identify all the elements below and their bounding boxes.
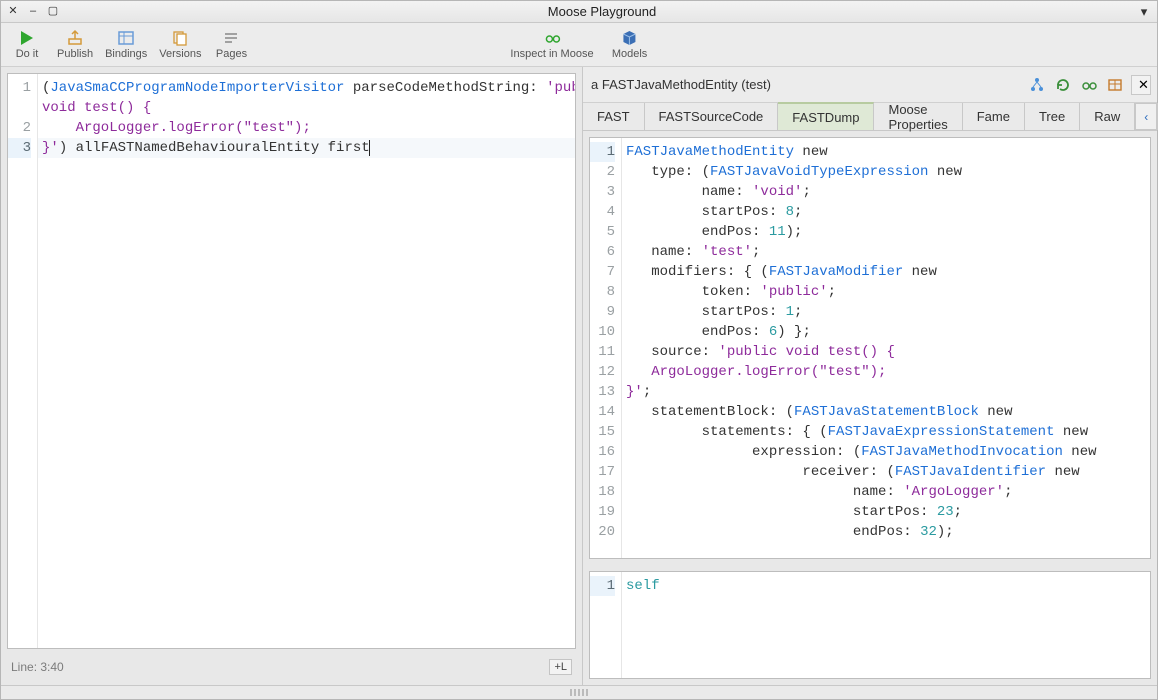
play-icon [18, 29, 36, 47]
glasses2-icon[interactable] [1079, 75, 1099, 95]
titlebar: ✕ – ▢ Moose Playground ▾ [1, 1, 1157, 23]
doit-button[interactable]: Do it [9, 29, 45, 60]
upload-icon [66, 29, 84, 47]
fastdump-editor[interactable]: 1234567891011121314151617181920 FASTJava… [589, 137, 1151, 559]
bindings-icon [117, 29, 135, 47]
tab-fastsourcecode[interactable]: FASTSourceCode [645, 103, 779, 130]
window-menu-icon[interactable]: ▾ [1137, 4, 1151, 20]
window-frame: ✕ – ▢ Moose Playground ▾ Do it Publish B… [0, 0, 1158, 700]
code-area[interactable]: (JavaSmaCCProgramNodeImporterVisitor par… [38, 74, 575, 648]
status-bar: Line: 3:40 +L [7, 655, 576, 679]
versions-button[interactable]: Versions [159, 29, 201, 60]
pages-button[interactable]: Pages [213, 29, 249, 60]
refresh-icon[interactable] [1053, 75, 1073, 95]
evaluator-editor[interactable]: 1 self [589, 571, 1151, 679]
line-gutter: 123 [8, 74, 38, 648]
content-split: 123 (JavaSmaCCProgramNodeImporterVisitor… [1, 67, 1157, 685]
tab-tree[interactable]: Tree [1025, 103, 1080, 130]
publish-button[interactable]: Publish [57, 29, 93, 60]
tab-fast[interactable]: FAST [583, 103, 645, 130]
versions-label: Versions [159, 48, 201, 60]
minimize-icon[interactable]: – [27, 6, 39, 18]
add-line-button[interactable]: +L [549, 659, 572, 675]
glasses-icon [543, 29, 561, 47]
doit-label: Do it [16, 48, 39, 60]
inspector-title: a FASTJavaMethodEntity (test) [589, 77, 1021, 92]
cube-icon [621, 29, 639, 47]
pages-icon [222, 29, 240, 47]
resize-strip[interactable] [1, 685, 1157, 699]
tab-fastdump[interactable]: FASTDump [778, 102, 874, 130]
playground-pane: 123 (JavaSmaCCProgramNodeImporterVisitor… [1, 67, 583, 685]
window-title: Moose Playground [67, 4, 1137, 19]
tab-fame[interactable]: Fame [963, 103, 1025, 130]
inspect-label: Inspect in Moose [510, 48, 593, 60]
maximize-icon[interactable]: ▢ [47, 6, 59, 18]
inspector-tabs: FASTFASTSourceCodeFASTDumpMoose Properti… [583, 103, 1157, 131]
line-gutter: 1234567891011121314151617181920 [590, 138, 622, 558]
playground-editor[interactable]: 123 (JavaSmaCCProgramNodeImporterVisitor… [7, 73, 576, 649]
table-icon[interactable] [1105, 75, 1125, 95]
inspector-pane: a FASTJavaMethodEntity (test) ✕ [583, 67, 1157, 685]
inspect-button[interactable]: Inspect in Moose [510, 29, 593, 60]
tab-moose-properties[interactable]: Moose Properties [874, 103, 962, 130]
toolbar: Do it Publish Bindings Versions Pages [1, 23, 1157, 67]
code-area[interactable]: self [622, 572, 1150, 678]
cursor-position: Line: 3:40 [11, 660, 64, 674]
code-area[interactable]: FASTJavaMethodEntity new type: (FASTJava… [622, 138, 1150, 558]
publish-label: Publish [57, 48, 93, 60]
versions-icon [171, 29, 189, 47]
tabs-prev-button[interactable]: ‹ [1135, 103, 1157, 130]
close-icon[interactable]: ✕ [7, 6, 19, 18]
bindings-label: Bindings [105, 48, 147, 60]
tab-raw[interactable]: Raw [1080, 103, 1135, 130]
line-gutter: 1 [590, 572, 622, 678]
inspector-header: a FASTJavaMethodEntity (test) ✕ [583, 67, 1157, 103]
close-inspector-button[interactable]: ✕ [1131, 75, 1151, 95]
models-label: Models [612, 48, 647, 60]
bindings-button[interactable]: Bindings [105, 29, 147, 60]
models-button[interactable]: Models [612, 29, 648, 60]
tree-icon[interactable] [1027, 75, 1047, 95]
pages-label: Pages [216, 48, 247, 60]
